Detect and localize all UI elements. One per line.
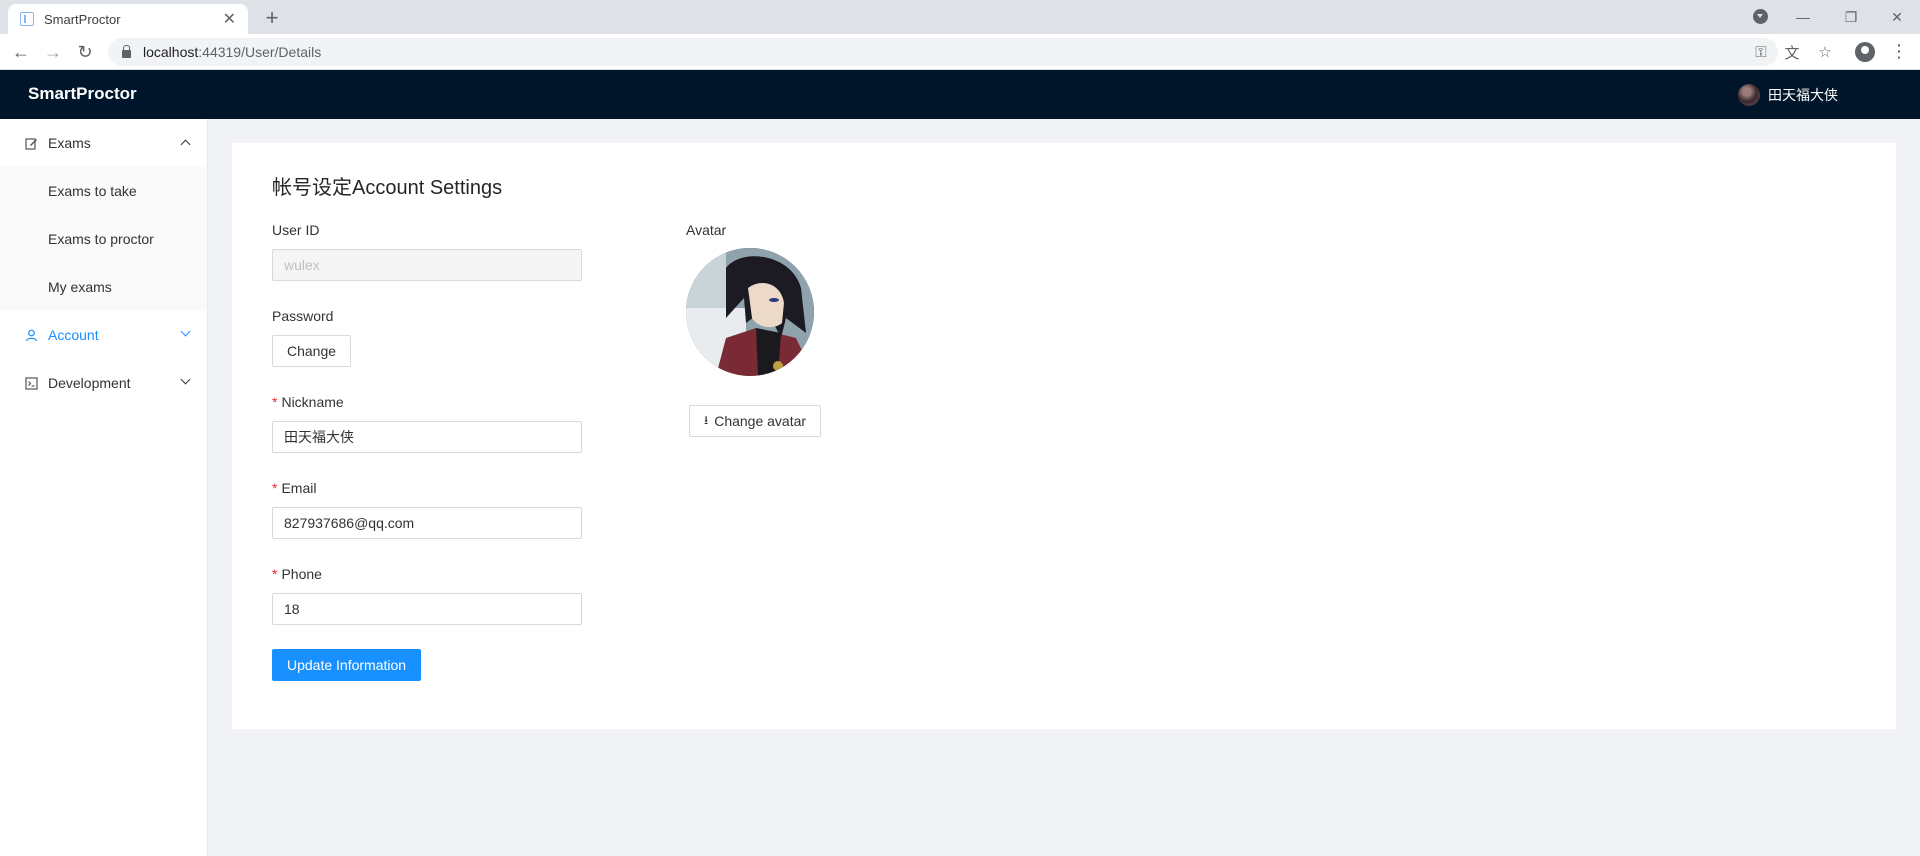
page-title: 帐号设定Account Settings	[272, 177, 503, 199]
reload-icon[interactable]: ↻	[73, 40, 97, 64]
app-header: SmartProctor 田天福大侠	[0, 70, 1920, 119]
sidebar: Exams Exams to take Exams to proctor My …	[0, 119, 208, 856]
exams-submenu: Exams to take Exams to proctor My exams	[0, 167, 207, 311]
user-menu[interactable]: 田天福大侠	[1738, 84, 1838, 106]
lock-icon	[122, 44, 131, 58]
sidebar-item-label: Account	[48, 327, 99, 343]
close-window-icon[interactable]: ✕	[1874, 0, 1920, 34]
change-avatar-button[interactable]: ⭳ Change avatar	[689, 405, 822, 437]
required-mark: *	[272, 394, 278, 410]
browser-tab-bar: SmartProctor ✕ + — ❐ ✕	[0, 0, 1920, 34]
email-label-text: Email	[281, 480, 317, 496]
update-information-button[interactable]: Update Information	[272, 649, 422, 681]
chevron-up-icon	[180, 139, 191, 150]
avatar-image	[686, 248, 814, 376]
translate-icon[interactable]: 文	[1782, 42, 1802, 62]
back-arrow-icon[interactable]: ←	[9, 40, 33, 64]
url-host: localhost	[143, 44, 199, 60]
change-avatar-label: Change avatar	[714, 413, 807, 429]
chevron-down-icon	[180, 374, 191, 385]
edit-icon	[24, 136, 38, 150]
browser-toolbar: ← → ↻ localhost:44319/User/Details ⚿ 文 ☆…	[0, 34, 1920, 70]
address-bar[interactable]: localhost:44319/User/Details	[108, 38, 1778, 66]
password-label: Password	[272, 308, 334, 324]
page-favicon-icon	[20, 12, 34, 26]
sidebar-item-exams-to-take[interactable]: Exams to take	[0, 167, 207, 215]
email-field[interactable]: 827937686@qq.com	[272, 507, 582, 539]
browser-tab[interactable]: SmartProctor ✕	[8, 4, 248, 34]
sidebar-item-my-exams[interactable]: My exams	[0, 263, 207, 311]
profile-icon[interactable]	[1855, 42, 1875, 62]
tab-title: SmartProctor	[44, 11, 121, 27]
minimize-icon[interactable]: —	[1780, 0, 1826, 34]
sidebar-item-label: Development	[48, 375, 131, 391]
sidebar-item-exams-to-proctor[interactable]: Exams to proctor	[0, 215, 207, 263]
sidebar-item-development[interactable]: Development	[0, 359, 207, 407]
sidebar-item-label: Exams to take	[48, 183, 137, 199]
sidebar-item-account[interactable]: Account	[0, 311, 207, 359]
required-mark: *	[272, 480, 278, 496]
user-id-label: User ID	[272, 222, 320, 238]
key-icon[interactable]: ⚿	[1751, 42, 1771, 62]
account-settings-card: 帐号设定Account Settings User ID wulex Passw…	[232, 143, 1896, 729]
username: 田天福大侠	[1768, 87, 1838, 103]
sidebar-item-exams[interactable]: Exams	[0, 119, 207, 167]
new-tab-button[interactable]: +	[258, 4, 286, 32]
sidebar-item-label: My exams	[48, 279, 112, 295]
nickname-field[interactable]: 田天福大侠	[272, 421, 582, 453]
phone-label: * Phone	[272, 566, 322, 582]
required-mark: *	[272, 566, 278, 582]
code-icon	[24, 376, 38, 390]
restore-icon[interactable]: ❐	[1828, 0, 1874, 34]
avatar-label: Avatar	[686, 222, 727, 238]
browser-menu-icon[interactable]: ⋮	[1890, 42, 1908, 60]
forward-arrow-icon[interactable]: →	[41, 40, 65, 64]
url-path: :44319/User/Details	[198, 44, 322, 60]
sidebar-item-label: Exams	[48, 135, 91, 151]
brand-logo[interactable]: SmartProctor	[28, 84, 137, 104]
phone-label-text: Phone	[281, 566, 322, 582]
email-label: * Email	[272, 480, 316, 496]
sidebar-item-label: Exams to proctor	[48, 231, 154, 247]
change-password-button[interactable]: Change	[272, 335, 352, 367]
nickname-label-text: Nickname	[281, 394, 344, 410]
user-id-field: wulex	[272, 249, 582, 281]
tab-search-icon[interactable]	[1753, 9, 1768, 24]
phone-field[interactable]: 18	[272, 593, 582, 625]
user-avatar	[1738, 84, 1760, 106]
bookmark-star-icon[interactable]: ☆	[1815, 42, 1835, 62]
chevron-down-icon	[180, 326, 191, 337]
user-icon	[24, 328, 38, 342]
nickname-label: * Nickname	[272, 394, 344, 410]
tab-close-icon[interactable]: ✕	[223, 9, 236, 29]
upload-icon: ⭳	[704, 412, 709, 427]
